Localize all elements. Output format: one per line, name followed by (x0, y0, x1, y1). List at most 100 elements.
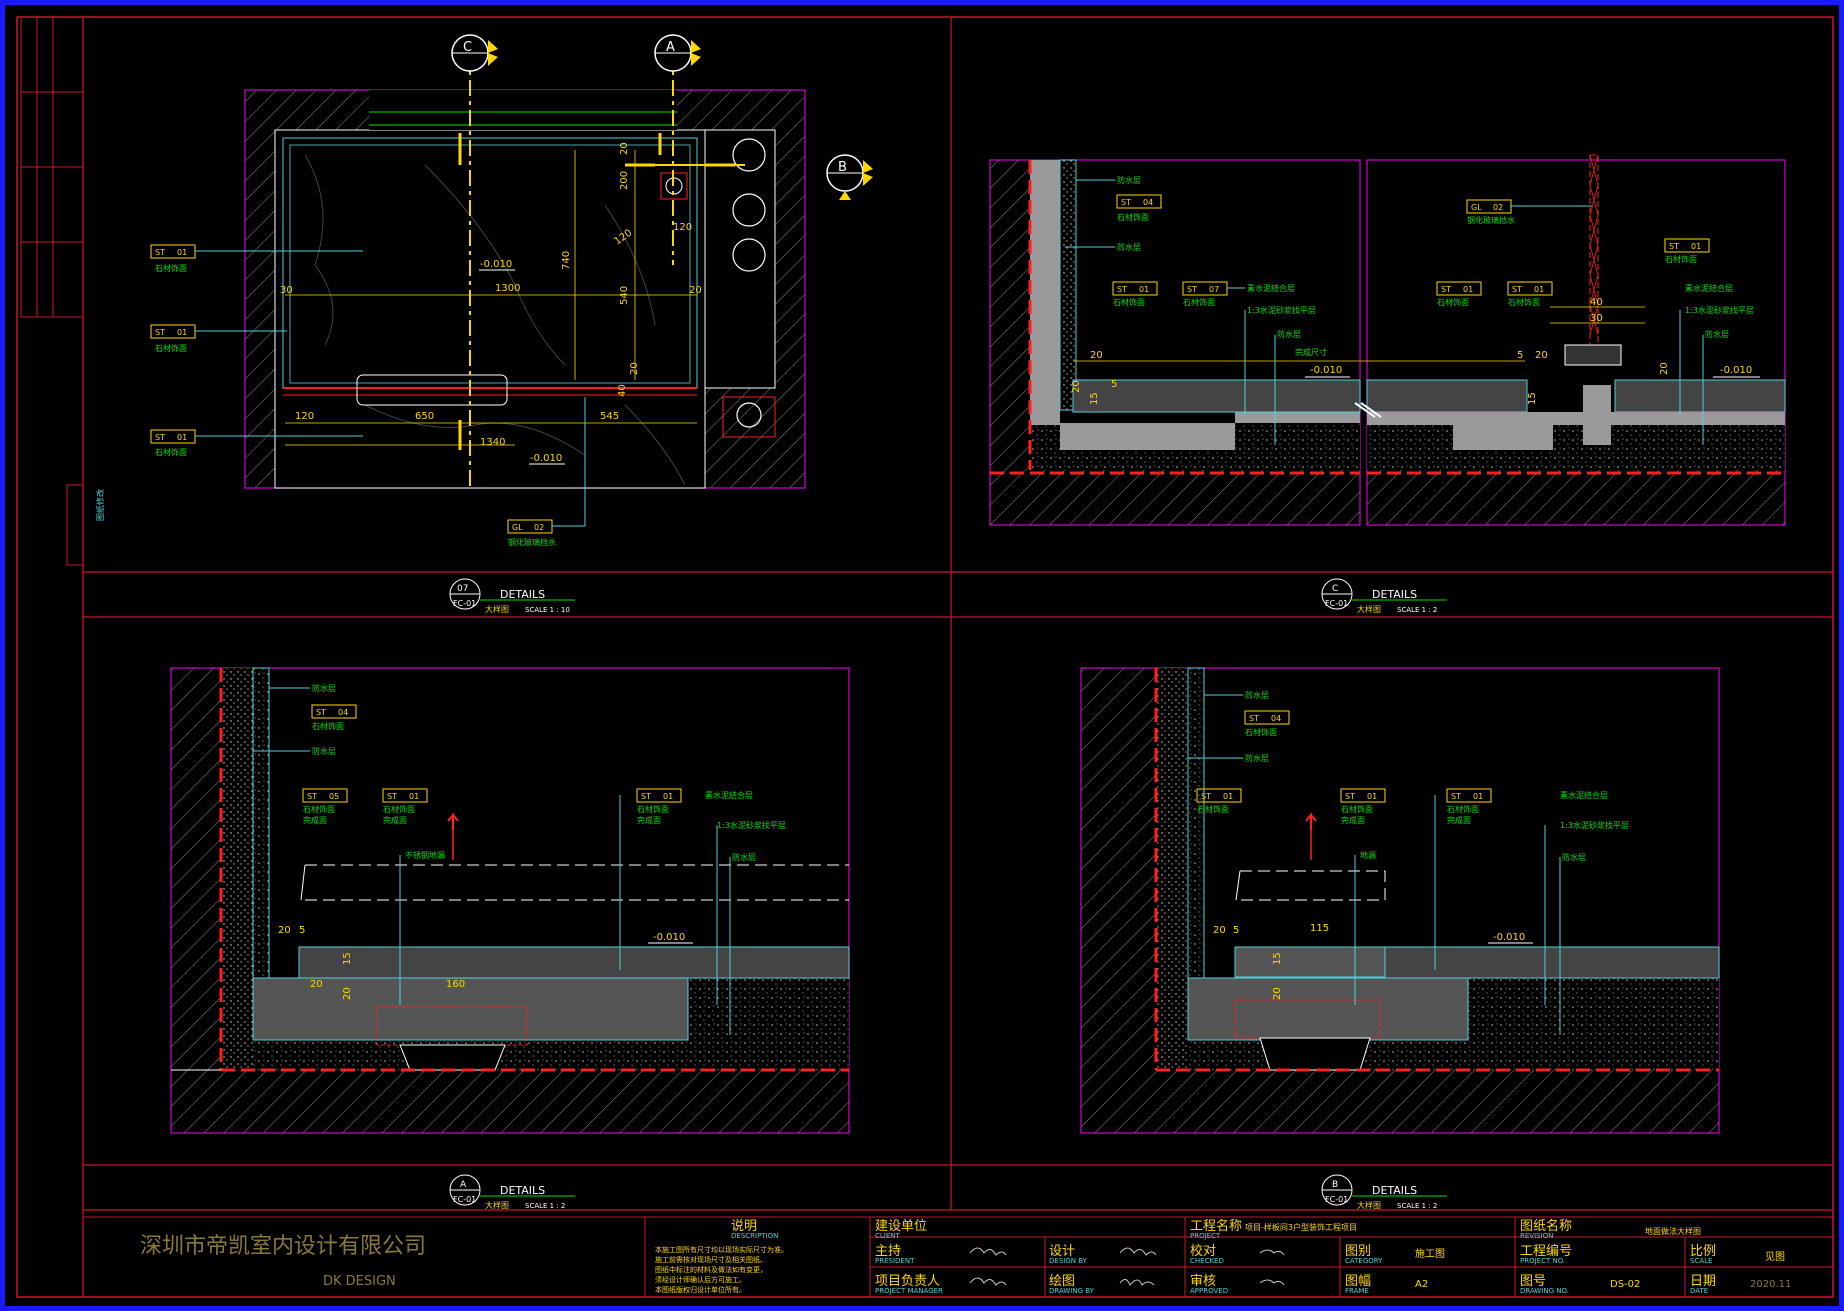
panel-title-a: A FC-01 DETAILS 大样图 SCALE 1 : 2 (449, 1174, 575, 1210)
svg-text:FC-01: FC-01 (453, 599, 476, 608)
svg-text:01: 01 (177, 433, 187, 442)
svg-text:20: 20 (342, 987, 353, 1000)
svg-text:完成面: 完成面 (1447, 815, 1471, 825)
svg-text:防水层: 防水层 (732, 852, 756, 862)
svg-text:20: 20 (1659, 362, 1670, 375)
panel-title-b: B FC-01 DETAILS 大样图 SCALE 1 : 2 (1321, 1174, 1447, 1210)
svg-text:防水层: 防水层 (1277, 329, 1301, 339)
cad-drawing: 图纸修改 1300 1340 650 545 120 120 740 540 2… (16, 16, 1834, 1298)
svg-text:20: 20 (310, 979, 323, 990)
svg-text:石材饰面: 石材饰面 (1117, 212, 1149, 222)
svg-text:01: 01 (177, 248, 187, 257)
svg-text:地漏: 地漏 (1360, 850, 1376, 860)
svg-text:完成面: 完成面 (1341, 815, 1365, 825)
svg-text:SCALE 1 : 10: SCALE 1 : 10 (525, 606, 570, 614)
svg-text:APPROVED: APPROVED (1190, 1287, 1228, 1295)
svg-text:1:3水泥砂浆找平层: 1:3水泥砂浆找平层 (1685, 305, 1754, 315)
dim-1340: 1340 (480, 437, 505, 448)
dim-1300: 1300 (495, 283, 520, 294)
svg-text:5: 5 (299, 925, 305, 936)
plan-level-2: -0.010 (530, 453, 562, 464)
svg-text:DESIGN BY: DESIGN BY (1049, 1257, 1088, 1265)
svg-text:DESCRIPTION: DESCRIPTION (731, 1232, 778, 1240)
svg-text:石材饰面: 石材饰面 (1437, 297, 1469, 307)
svg-text:DATE: DATE (1690, 1287, 1708, 1295)
svg-text:石材饰面: 石材饰面 (1113, 297, 1145, 307)
dim-20a: 20 (619, 142, 630, 155)
plan-level-1: -0.010 (480, 259, 512, 270)
svg-text:DETAILS: DETAILS (1372, 1184, 1417, 1197)
svg-text:防水层: 防水层 (1117, 242, 1141, 252)
svg-text:石材饰面: 石材饰面 (1245, 727, 1277, 737)
svg-text:04: 04 (338, 708, 348, 717)
svg-text:石材饰面: 石材饰面 (155, 263, 187, 273)
svg-text:01: 01 (1139, 285, 1149, 294)
dim-120a: 120 (295, 411, 314, 422)
svg-text:须经设计师确认后方可施工。: 须经设计师确认后方可施工。 (655, 1275, 746, 1284)
svg-text:C: C (463, 40, 472, 55)
svg-text:ST: ST (1669, 242, 1679, 251)
dim-540: 540 (619, 286, 630, 305)
svg-text:DETAILS: DETAILS (1372, 588, 1417, 601)
dim-30: 30 (280, 285, 293, 296)
svg-text:PROJECT MANAGER: PROJECT MANAGER (875, 1287, 943, 1295)
svg-text:40: 40 (1590, 297, 1603, 308)
svg-text:01: 01 (1223, 792, 1233, 801)
svg-text:防水层: 防水层 (1245, 753, 1269, 763)
svg-text:石材饰面: 石材饰面 (155, 447, 187, 457)
svg-text:5: 5 (1233, 925, 1239, 936)
svg-text:石材饰面: 石材饰面 (1508, 297, 1540, 307)
svg-text:石材饰面: 石材饰面 (1341, 804, 1373, 814)
svg-text:PROJECT: PROJECT (1190, 1232, 1221, 1240)
svg-text:02: 02 (534, 523, 544, 532)
svg-text:本图纸版权归设计单位所有。: 本图纸版权归设计单位所有。 (655, 1285, 746, 1294)
svg-text:-0.010: -0.010 (1720, 365, 1752, 376)
svg-text:PRESIDENT: PRESIDENT (875, 1257, 915, 1265)
svg-text:施工图: 施工图 (1415, 1247, 1445, 1260)
svg-text:ST: ST (1249, 714, 1259, 723)
svg-text:GL: GL (1471, 203, 1482, 212)
svg-text:防水层: 防水层 (1562, 852, 1586, 862)
section-c-detail: 20 5 20 15 20 5 15 40 30 20 完成尺寸 -0.010 … (989, 154, 1786, 526)
svg-text:钢化玻璃挡水: 钢化玻璃挡水 (1467, 215, 1515, 225)
svg-text:完成面: 完成面 (303, 815, 327, 825)
svg-text:ST: ST (1117, 285, 1127, 294)
section-b-detail: 20 5 15 115 20 -0.010 防水层 ST 04 石材饰面 防水层 … (1080, 667, 1720, 1134)
svg-text:完成面: 完成面 (383, 815, 407, 825)
svg-text:20: 20 (1272, 987, 1283, 1000)
svg-text:115: 115 (1310, 923, 1329, 934)
svg-text:5: 5 (1517, 350, 1523, 361)
dim-120b: 120 (673, 222, 692, 233)
svg-text:素水泥结合层: 素水泥结合层 (705, 790, 753, 800)
svg-text:20: 20 (1071, 380, 1082, 393)
svg-text:CLIENT: CLIENT (875, 1232, 901, 1240)
svg-text:ST: ST (387, 792, 397, 801)
svg-text:1:3水泥砂浆找平层: 1:3水泥砂浆找平层 (1560, 820, 1629, 830)
svg-text:01: 01 (177, 328, 187, 337)
svg-text:ST: ST (1345, 792, 1355, 801)
dim-20c: 20 (629, 362, 640, 375)
svg-text:石材饰面: 石材饰面 (1183, 297, 1215, 307)
revision-strip: 图纸修改 (20, 16, 105, 566)
svg-text:-0.010: -0.010 (653, 932, 685, 943)
svg-text:防水层: 防水层 (1705, 329, 1729, 339)
svg-text:不锈钢地漏: 不锈钢地漏 (405, 850, 445, 860)
svg-text:1:3水泥砂浆找平层: 1:3水泥砂浆找平层 (717, 820, 786, 830)
svg-text:大样图: 大样图 (1357, 1200, 1381, 1210)
dim-740: 740 (561, 251, 572, 270)
svg-text:DS-02: DS-02 (1610, 1279, 1640, 1290)
svg-text:ST: ST (307, 792, 317, 801)
section-mark-b: B (826, 154, 873, 200)
dim-200: 200 (619, 171, 630, 190)
svg-text:07: 07 (457, 584, 468, 594)
svg-text:160: 160 (446, 979, 465, 990)
svg-text:A: A (666, 40, 675, 55)
dim-650: 650 (415, 411, 434, 422)
svg-text:见图: 见图 (1765, 1251, 1785, 1263)
svg-text:ST: ST (1512, 285, 1522, 294)
svg-text:防水层: 防水层 (312, 683, 336, 693)
svg-text:ST: ST (1441, 285, 1451, 294)
svg-text:防水层: 防水层 (1245, 690, 1269, 700)
svg-text:防水层: 防水层 (312, 746, 336, 756)
svg-text:2020.11: 2020.11 (1750, 1279, 1791, 1290)
